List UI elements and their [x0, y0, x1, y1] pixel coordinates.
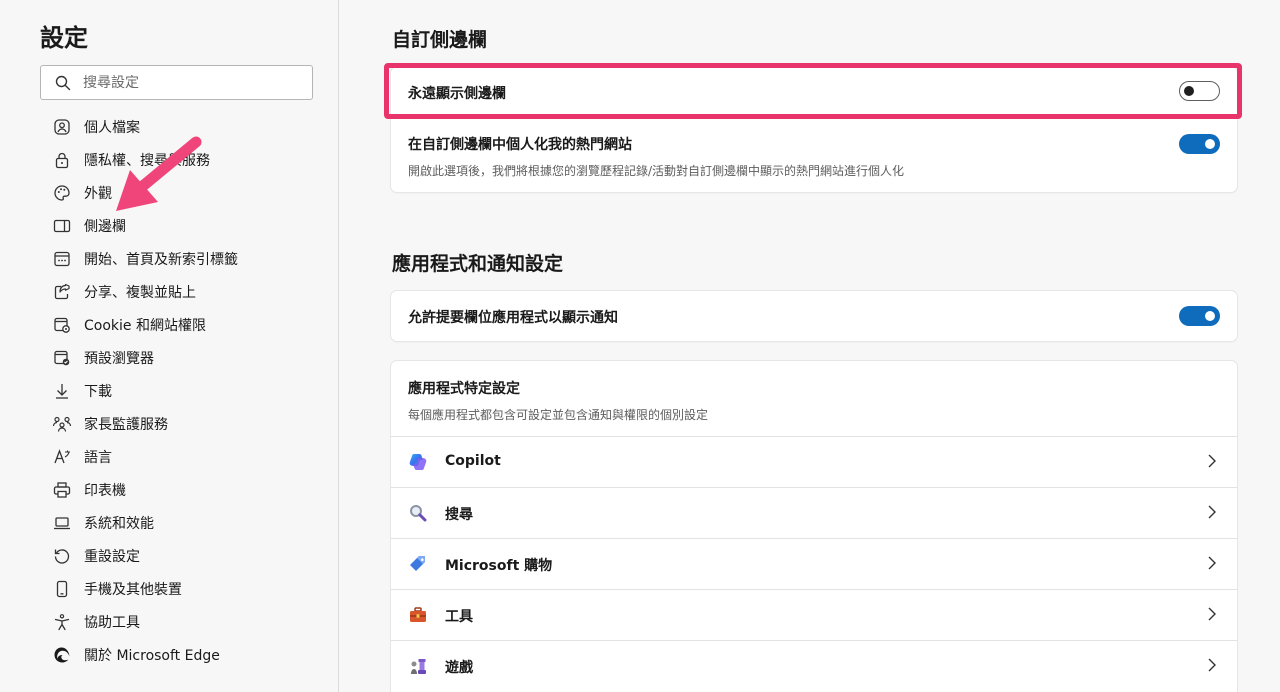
sidebar-item-privacy[interactable]: 隱私權、搜尋與服務: [52, 143, 322, 176]
sidebar-item-label: 語言: [84, 449, 112, 466]
app-row-search[interactable]: 搜尋: [391, 487, 1237, 538]
sidebar-item-sidebar[interactable]: 側邊欄: [52, 209, 322, 242]
personalize-top-sites-label: 在自訂側邊欄中個人化我的熱門網站: [408, 137, 632, 153]
sidebar-item-family[interactable]: 家長監護服務: [52, 407, 322, 440]
chevron-right-icon: [1208, 607, 1216, 621]
app-row-tools[interactable]: 工具: [391, 589, 1237, 640]
chevron-right-icon: [1208, 556, 1216, 570]
app-label: Copilot: [445, 453, 501, 469]
toolbox-icon: [408, 605, 428, 625]
default-browser-icon: [52, 348, 72, 368]
sidebar-item-label: 側邊欄: [84, 218, 126, 235]
palette-icon: [52, 183, 72, 203]
personalize-top-sites-description: 開啟此選項後，我們將根據您的瀏覽歷程記錄/活動對自訂側邊欄中顯示的熱門網站進行個…: [408, 164, 905, 178]
language-icon: [52, 447, 72, 467]
sidebar-item-phone[interactable]: 手機及其他裝置: [52, 572, 322, 605]
toggle-knob: [1205, 139, 1215, 149]
app-specific-title: 應用程式特定設定: [408, 381, 520, 397]
sidebar-item-label: 分享、複製並貼上: [84, 284, 196, 301]
sidebar-item-label: 個人檔案: [84, 119, 140, 136]
settings-title: 設定: [40, 24, 88, 52]
sidebar-item-downloads[interactable]: 下載: [52, 374, 322, 407]
app-specific-card: 應用程式特定設定 每個應用程式都包含可設定並包含通知與權限的個別設定 Copil…: [391, 361, 1237, 692]
app-label: 搜尋: [445, 507, 473, 523]
sidebar-item-profile[interactable]: 個人檔案: [52, 110, 322, 143]
sidebar-item-label: 關於 Microsoft Edge: [84, 647, 220, 664]
sidebar-item-default-browser[interactable]: 預設瀏覽器: [52, 341, 322, 374]
sidebar-item-appearance[interactable]: 外觀: [52, 176, 322, 209]
settings-main: 自訂側邊欄 永遠顯示側邊欄 在自訂側邊欄中個人化我的熱門網站 開啟此選項後，我們…: [340, 0, 1280, 692]
sidebar-item-label: 系統和效能: [84, 515, 154, 532]
sidebar-item-reset[interactable]: 重設設定: [52, 539, 322, 572]
app-specific-header: 應用程式特定設定 每個應用程式都包含可設定並包含通知與權限的個別設定: [391, 361, 1237, 436]
download-icon: [52, 381, 72, 401]
app-row-copilot[interactable]: Copilot: [391, 436, 1237, 487]
chevron-right-icon: [1208, 454, 1216, 468]
settings-sidebar: 設定 個人檔案 隱私權、搜尋與服務 外觀 側邊欄 開始、首頁及新索引標籤 分享、…: [0, 0, 339, 692]
personalize-top-sites-row[interactable]: 在自訂側邊欄中個人化我的熱門網站 開啟此選項後，我們將根據您的瀏覽歷程記錄/活動…: [391, 115, 1237, 192]
app-label: Microsoft 購物: [445, 558, 553, 574]
settings-nav: 個人檔案 隱私權、搜尋與服務 外觀 側邊欄 開始、首頁及新索引標籤 分享、複製並…: [52, 110, 322, 671]
sidebar-item-languages[interactable]: 語言: [52, 440, 322, 473]
sidebar-item-start-home[interactable]: 開始、首頁及新索引標籤: [52, 242, 322, 275]
site-permissions-icon: [52, 315, 72, 335]
allow-notifications-label: 允許提要欄位應用程式以顯示通知: [408, 310, 618, 326]
chevron-right-icon: [1208, 505, 1216, 519]
always-show-sidebar-toggle[interactable]: [1179, 81, 1220, 101]
sidebar-item-share[interactable]: 分享、複製並貼上: [52, 275, 322, 308]
allow-notifications-row[interactable]: 允許提要欄位應用程式以顯示通知: [391, 291, 1237, 341]
sidebar-item-cookies[interactable]: Cookie 和網站權限: [52, 308, 322, 341]
sidebar-item-system[interactable]: 系統和效能: [52, 506, 322, 539]
family-icon: [52, 414, 72, 434]
search-icon: [55, 75, 71, 90]
sidebar-item-printers[interactable]: 印表機: [52, 473, 322, 506]
sidebar-item-label: 開始、首頁及新索引標籤: [84, 251, 238, 268]
always-show-sidebar-label: 永遠顯示側邊欄: [408, 86, 506, 102]
sidebar-item-label: 下載: [84, 383, 112, 400]
app-specific-description: 每個應用程式都包含可設定並包含通知與權限的個別設定: [408, 408, 709, 422]
sidebar-item-label: 手機及其他裝置: [84, 581, 182, 598]
search-box[interactable]: [40, 65, 313, 100]
app-label: 遊戲: [445, 660, 473, 676]
sidebar-item-accessibility[interactable]: 協助工具: [52, 605, 322, 638]
reset-icon: [52, 546, 72, 566]
new-tab-icon: [52, 249, 72, 269]
sidebar-icon: [52, 216, 72, 236]
sidebar-item-label: 家長監護服務: [84, 416, 168, 433]
laptop-icon: [52, 513, 72, 533]
always-show-sidebar-row[interactable]: 永遠顯示側邊欄: [391, 67, 1237, 115]
allow-notifications-toggle[interactable]: [1179, 306, 1220, 326]
edge-logo-icon: [52, 645, 72, 665]
sidebar-item-label: 協助工具: [84, 614, 140, 631]
profile-icon: [52, 117, 72, 137]
sidebar-item-label: 外觀: [84, 185, 112, 202]
toggle-knob: [1205, 311, 1215, 321]
notifications-card: 允許提要欄位應用程式以顯示通知: [391, 291, 1237, 341]
toggle-knob: [1184, 86, 1194, 96]
sidebar-item-about[interactable]: 關於 Microsoft Edge: [52, 638, 322, 671]
sidebar-item-label: 印表機: [84, 482, 126, 499]
shopping-tag-icon: [408, 554, 428, 574]
phone-icon: [52, 579, 72, 599]
chess-icon: [408, 656, 428, 676]
sidebar-item-label: 重設設定: [84, 548, 140, 565]
copilot-icon: [408, 452, 428, 472]
search-app-icon: [408, 503, 428, 523]
personalize-top-sites-toggle[interactable]: [1179, 134, 1220, 154]
printer-icon: [52, 480, 72, 500]
chevron-right-icon: [1208, 658, 1216, 672]
app-row-shopping[interactable]: Microsoft 購物: [391, 538, 1237, 589]
sidebar-item-label: 預設瀏覽器: [84, 350, 154, 367]
section-title-custom-sidebar: 自訂側邊欄: [392, 29, 488, 51]
sidebar-item-label: Cookie 和網站權限: [84, 317, 206, 334]
app-label: 工具: [445, 609, 473, 625]
accessibility-icon: [52, 612, 72, 632]
share-icon: [52, 282, 72, 302]
search-input[interactable]: [83, 74, 303, 91]
sidebar-options-card: 永遠顯示側邊欄 在自訂側邊欄中個人化我的熱門網站 開啟此選項後，我們將根據您的瀏…: [391, 67, 1237, 192]
sidebar-item-label: 隱私權、搜尋與服務: [84, 152, 210, 169]
app-row-games[interactable]: 遊戲: [391, 640, 1237, 691]
section-title-app-notifications: 應用程式和通知設定: [392, 253, 564, 275]
lock-icon: [52, 150, 72, 170]
